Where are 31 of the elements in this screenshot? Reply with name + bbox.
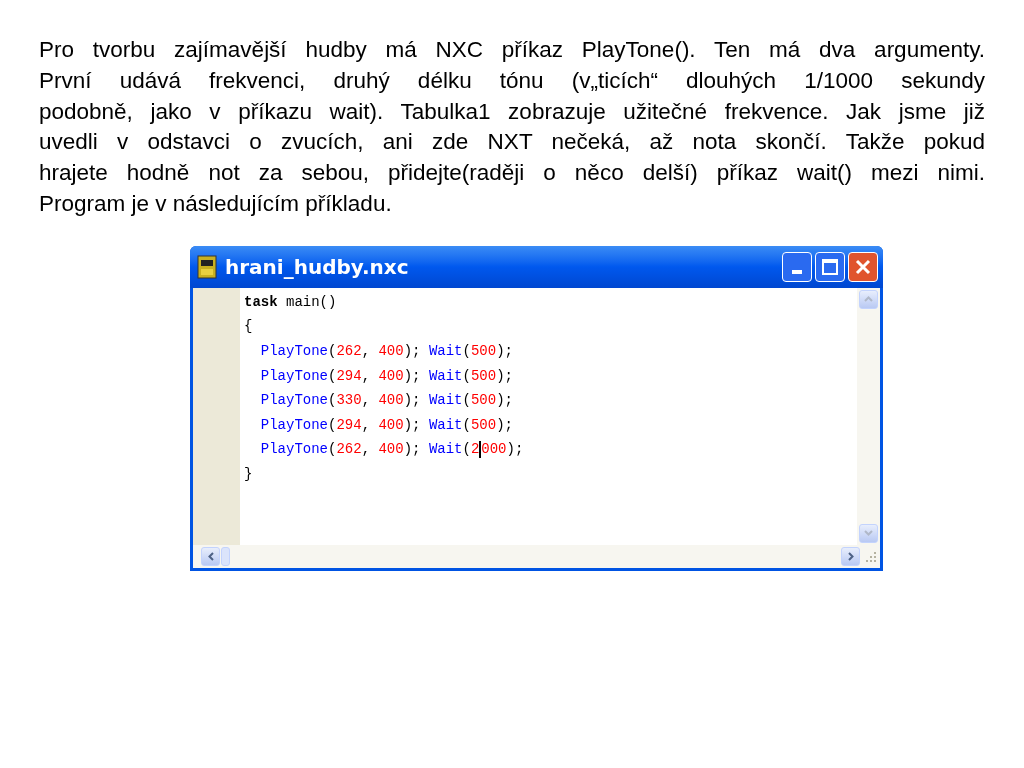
left-chevron-icon (207, 551, 214, 561)
right-chevron-icon (847, 551, 854, 561)
code-line: PlayTone(294, 400); Wait(500); (259, 366, 513, 386)
window-title: hrani_hudby.nxc (225, 253, 409, 281)
code-line: PlayTone(294, 400); Wait(500); (259, 415, 513, 435)
minimize-icon (792, 269, 802, 274)
code-line: { (244, 317, 253, 337)
close-icon (855, 258, 871, 275)
scroll-left-button[interactable] (201, 546, 220, 566)
code-editor[interactable]: task main() { PlayTone(262, 400); Wait(500); PlayTone(294, 400); Wait(500); PlayTone(330, 400); Wait(500); PlayTone(294, 400); Wait(500); PlayTone(262, 400); Wait(2 000); } (240, 287, 857, 545)
close-button[interactable] (848, 251, 878, 282)
paragraph-line: První udává frekvenci, druhý délku tónu (v„ticích“ dlouhých 1/1000 sekundy (39, 66, 985, 95)
scroll-right-button[interactable] (841, 546, 860, 566)
code-line: PlayTone(262, 400); Wait(500); (259, 341, 513, 361)
text-cursor (479, 441, 482, 459)
scrollbar-thumb[interactable] (221, 546, 230, 566)
down-chevron-icon (864, 530, 873, 537)
resize-grip-icon[interactable] (863, 549, 877, 564)
paragraph-line: podobně, jako v příkazu wait). Tabulka1 zobrazuje užitečné frekvence. Jak jsme již (39, 97, 985, 126)
code-line: } (244, 464, 253, 484)
maximize-button[interactable] (815, 251, 845, 282)
code-line: PlayTone(330, 400); Wait(500); (259, 391, 513, 411)
minimize-button[interactable] (782, 251, 812, 282)
paragraph-line: uvedli v odstavci o zvucích, ani zde NXT nečeká, až nota skončí. Takže pokud (39, 128, 985, 157)
maximize-icon (822, 258, 838, 275)
up-chevron-icon (864, 296, 873, 303)
code-line: task main() (244, 292, 337, 312)
paragraph-line: hrajete hodně not za sebou, přidejte(raději o něco delší) příkaz wait() mezi nimi. (39, 159, 985, 188)
code-line: PlayTone(262, 400); Wait(2 000); (259, 440, 524, 461)
paragraph-line: Program je v následujícím příkladu. (39, 190, 392, 218)
paragraph-line: Pro tvorbu zajímavější hudby má NXC příkaz PlayTone(). Ten má dva argumenty. (39, 36, 985, 64)
